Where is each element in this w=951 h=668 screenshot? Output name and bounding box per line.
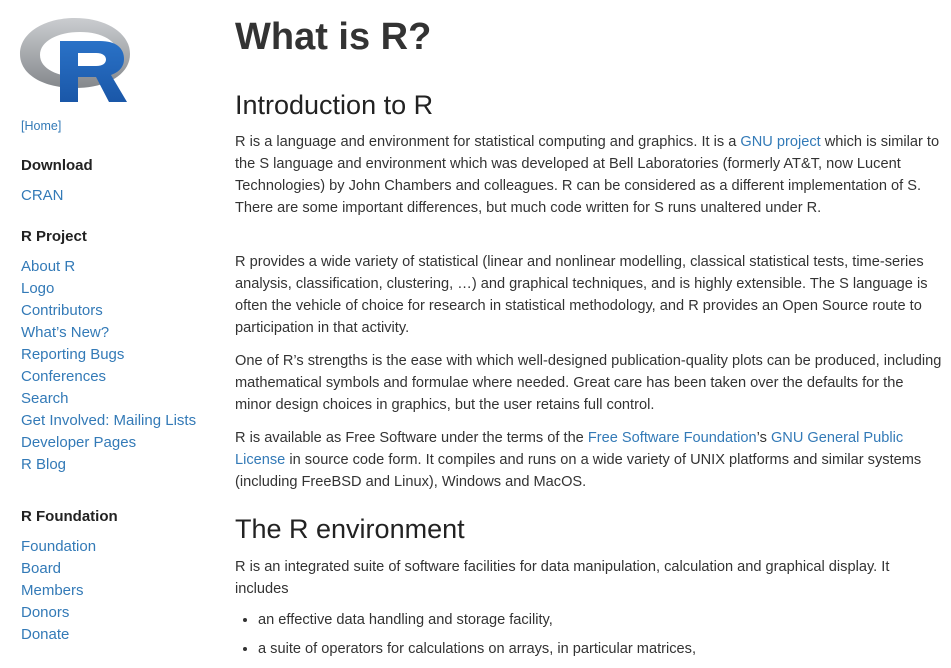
feature-list: an effective data handling and storage f…: [235, 609, 696, 667]
nav-link-cran[interactable]: CRAN: [21, 187, 64, 204]
intro-paragraph-2: R provides a wide variety of statistical…: [235, 254, 928, 336]
nav-item: Conferences: [21, 366, 196, 388]
environment-paragraph: R is an integrated suite of software fac…: [235, 559, 890, 597]
nav-item: Foundation: [21, 536, 96, 558]
nav-item: R Blog: [21, 454, 196, 476]
home-link[interactable]: [Home]: [21, 118, 61, 134]
nav-link-developer-pages[interactable]: Developer Pages: [21, 434, 136, 451]
sidebar: [Home] Download CRAN R Project About R L…: [0, 0, 215, 668]
paragraph-text: in source code form. It compiles and run…: [235, 452, 922, 490]
nav-item: Donors: [21, 602, 96, 624]
nav-item: Reporting Bugs: [21, 344, 196, 366]
nav-link-members[interactable]: Members: [21, 582, 84, 599]
nav-item: Board: [21, 558, 96, 580]
environment-heading: The R environment: [235, 514, 465, 544]
nav-link-r-blog[interactable]: R Blog: [21, 456, 66, 473]
intro-paragraph-3: One of R’s strengths is the ease with wh…: [235, 353, 942, 413]
nav-list-download: CRAN: [21, 185, 64, 207]
nav-item: Developer Pages: [21, 432, 196, 454]
nav-item: About R: [21, 256, 196, 278]
nav-item: Contributors: [21, 300, 196, 322]
nav-link-reporting-bugs[interactable]: Reporting Bugs: [21, 346, 124, 363]
nav-heading-r-project: R Project: [21, 228, 87, 245]
nav-link-whats-new[interactable]: What’s New?: [21, 324, 109, 341]
nav-list-r-foundation: Foundation Board Members Donors Donate: [21, 536, 96, 646]
nav-item: Donate: [21, 624, 96, 646]
nav-link-conferences[interactable]: Conferences: [21, 368, 106, 385]
nav-heading-download: Download: [21, 157, 93, 174]
intro-paragraph-4: R is available as Free Software under th…: [235, 427, 943, 493]
paragraph-text: ’s: [756, 430, 771, 446]
nav-item: Members: [21, 580, 96, 602]
nav-item: Search: [21, 388, 196, 410]
list-item: an effective data handling and storage f…: [258, 609, 696, 638]
nav-link-board[interactable]: Board: [21, 560, 61, 577]
nav-link-search[interactable]: Search: [21, 390, 69, 407]
nav-link-about-r[interactable]: About R: [21, 258, 75, 275]
nav-link-logo[interactable]: Logo: [21, 280, 54, 297]
nav-link-contributors[interactable]: Contributors: [21, 302, 103, 319]
nav-link-donate[interactable]: Donate: [21, 626, 69, 643]
intro-paragraph-1: R is a language and environment for stat…: [235, 131, 943, 219]
nav-link-foundation[interactable]: Foundation: [21, 538, 96, 555]
r-logo-icon: [20, 18, 130, 102]
paragraph-text: R is available as Free Software under th…: [235, 430, 588, 446]
nav-link-mailing-lists[interactable]: Get Involved: Mailing Lists: [21, 412, 196, 429]
nav-heading-r-foundation: R Foundation: [21, 508, 118, 525]
nav-link-donors[interactable]: Donors: [21, 604, 69, 621]
paragraph-text: R is a language and environment for stat…: [235, 134, 741, 150]
nav-item: Logo: [21, 278, 196, 300]
list-item: a suite of operators for calculations on…: [258, 638, 696, 667]
gnu-project-link[interactable]: GNU project: [740, 134, 820, 150]
page-title: What is R?: [235, 16, 432, 58]
nav-item: CRAN: [21, 185, 64, 207]
nav-item: What’s New?: [21, 322, 196, 344]
nav-list-r-project: About R Logo Contributors What’s New? Re…: [21, 256, 196, 476]
nav-item: Get Involved: Mailing Lists: [21, 410, 196, 432]
intro-heading: Introduction to R: [235, 90, 434, 120]
free-software-foundation-link[interactable]: Free Software Foundation: [588, 430, 757, 446]
